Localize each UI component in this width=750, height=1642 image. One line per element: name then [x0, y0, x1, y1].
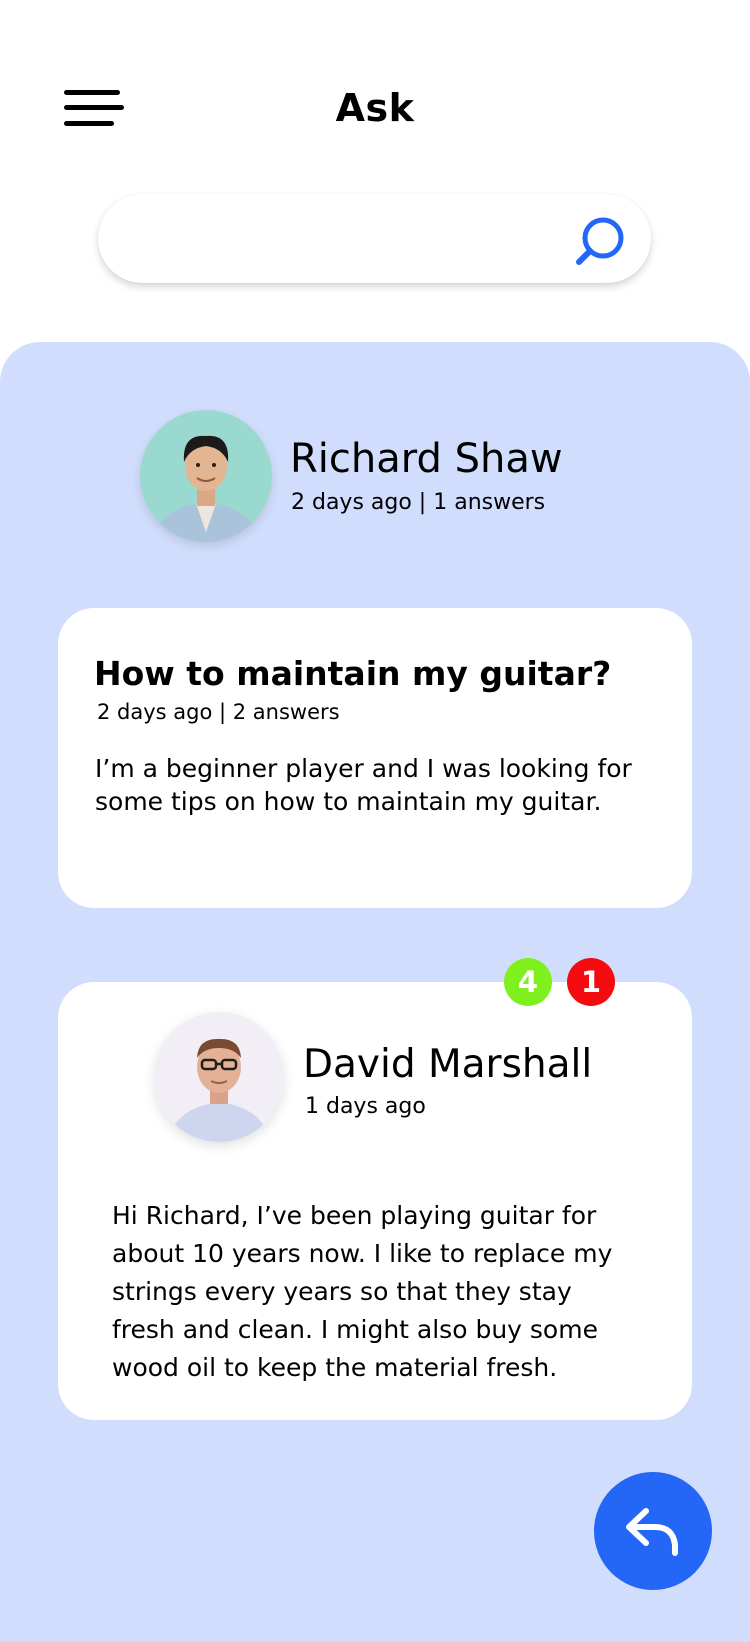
- downvote-count-badge[interactable]: 1: [567, 958, 615, 1006]
- asker-name[interactable]: Richard Shaw: [290, 436, 563, 482]
- search-icon[interactable]: [572, 214, 628, 270]
- answerer-meta: 1 days ago: [305, 1094, 426, 1119]
- asker-avatar[interactable]: [140, 410, 272, 542]
- question-meta: 2 days ago | 2 answers: [97, 700, 340, 724]
- reply-button[interactable]: [594, 1472, 712, 1590]
- answerer-avatar[interactable]: [154, 1012, 284, 1142]
- search-input[interactable]: [128, 214, 552, 264]
- question-card[interactable]: How to maintain my guitar? 2 days ago | …: [58, 608, 692, 908]
- answer-body: Hi Richard, I’ve been playing guitar for…: [112, 1201, 613, 1382]
- question-title: How to maintain my guitar?: [94, 654, 612, 693]
- page-title: Ask: [335, 86, 415, 130]
- reply-arrow-icon: [626, 1508, 678, 1556]
- upvote-count-badge[interactable]: 4: [504, 958, 552, 1006]
- answerer-name[interactable]: David Marshall: [303, 1042, 592, 1087]
- asker-meta: 2 days ago | 1 answers: [291, 490, 546, 515]
- search-bar[interactable]: [98, 194, 651, 283]
- question-body: I’m a beginner player and I was looking …: [95, 754, 632, 816]
